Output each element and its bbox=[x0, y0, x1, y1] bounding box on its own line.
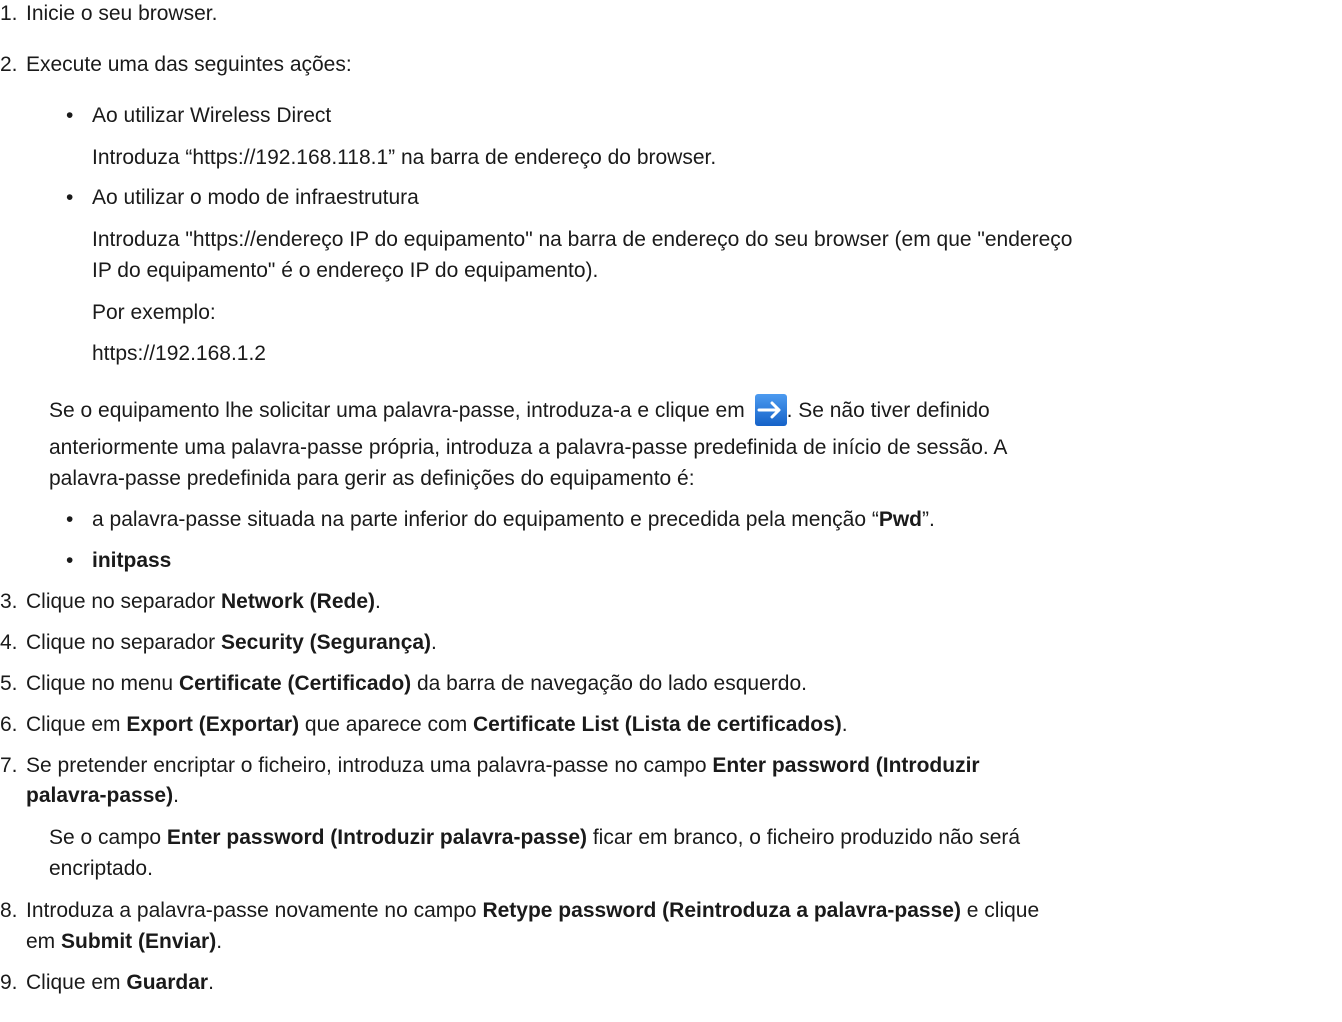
step-5-text: Clique no menu Certificate (Certificado)… bbox=[26, 671, 807, 696]
bullet-infrastructure-desc-line2: IP do equipamento" é o endereço IP do eq… bbox=[92, 259, 599, 282]
step-1-text: Inicie o seu browser. bbox=[26, 2, 218, 25]
step-6-after: . bbox=[841, 713, 848, 736]
step-4-bold: Security (Segurança) bbox=[220, 631, 432, 654]
step-8-number: 8. bbox=[0, 899, 18, 922]
step-8-line2-bold: Submit (Enviar) bbox=[61, 930, 217, 953]
step-8-text-line2: em Submit (Enviar). bbox=[26, 929, 222, 954]
step-7-note-line1: Se o campo Enter password (Introduzir pa… bbox=[49, 825, 1020, 850]
step-7-bold-line2: palavra-passe) bbox=[26, 784, 174, 807]
step-7-note-before: Se o campo bbox=[49, 826, 167, 849]
step-5-bold: Certificate (Certificado) bbox=[178, 672, 412, 695]
step-5-number: 5. bbox=[0, 672, 18, 695]
password-note-line3: palavra-passe predefinida para gerir as … bbox=[49, 467, 695, 490]
step-4-before: Clique no separador bbox=[26, 631, 221, 654]
bullet-wireless-direct-mark: • bbox=[66, 104, 74, 127]
bullet-wireless-direct-desc: Introduza “https://192.168.118.1” na bar… bbox=[92, 146, 717, 169]
right-arrow-icon bbox=[754, 394, 787, 426]
step-6-middle: que aparece com bbox=[299, 713, 474, 736]
step-7-number: 7. bbox=[0, 754, 18, 777]
password-note-line1-after: . Se não tiver definido bbox=[786, 399, 990, 422]
bullet-wireless-direct-title: Ao utilizar Wireless Direct bbox=[92, 104, 332, 127]
step-9-before: Clique em bbox=[26, 971, 127, 994]
bullet-pwd-bold: Pwd bbox=[878, 508, 923, 531]
step-9-number: 9. bbox=[0, 971, 18, 994]
step-6-bold-export: Export (Exportar) bbox=[126, 713, 300, 736]
bullet-initpass-text: initpass bbox=[92, 548, 171, 573]
password-note-line1-before: Se o equipamento lhe solicitar uma palav… bbox=[49, 399, 745, 422]
step-3-before: Clique no separador bbox=[26, 590, 221, 613]
step-2-number: 2. bbox=[0, 53, 18, 76]
step-8-line2-after: . bbox=[216, 930, 223, 953]
step-5-before: Clique no menu bbox=[26, 672, 179, 695]
step-7-note-line2: encriptado. bbox=[49, 857, 153, 880]
step-7-note-after: ficar em branco, o ficheiro produzido nã… bbox=[587, 826, 1021, 849]
bullet-pwd-mark: • bbox=[66, 508, 74, 531]
password-note-line1: Se o equipamento lhe solicitar uma palav… bbox=[49, 394, 990, 426]
bullet-initpass-mark: • bbox=[66, 549, 74, 572]
step-8-bold: Retype password (Reintroduza a palavra-p… bbox=[482, 899, 961, 922]
step-4-number: 4. bbox=[0, 631, 18, 654]
step-3-after: . bbox=[375, 590, 381, 613]
step-6-number: 6. bbox=[0, 713, 18, 736]
step-7-bold-line1: Enter password (Introduzir bbox=[712, 754, 980, 777]
bullet-pwd-after: ”. bbox=[922, 508, 935, 531]
step-7-before: Se pretender encriptar o ficheiro, intro… bbox=[26, 754, 713, 777]
bullet-infrastructure-desc-line1: Introduza "https://endereço IP do equipa… bbox=[92, 228, 1073, 251]
bullet-initpass-bold: initpass bbox=[92, 549, 172, 572]
step-7-text-line2: palavra-passe). bbox=[26, 783, 179, 808]
step-5-after: da barra de navegação do lado esquerdo. bbox=[411, 672, 807, 695]
step-8-before: Introduza a palavra-passe novamente no c… bbox=[26, 899, 483, 922]
step-7-text-line1: Se pretender encriptar o ficheiro, intro… bbox=[26, 753, 980, 778]
bullet-infrastructure-title: Ao utilizar o modo de infraestrutura bbox=[92, 186, 419, 209]
step-3-text: Clique no separador Network (Rede). bbox=[26, 589, 381, 614]
step-6-text: Clique em Export (Exportar) que aparece … bbox=[26, 712, 848, 737]
step-9-bold: Guardar bbox=[126, 971, 209, 994]
step-4-text: Clique no separador Security (Segurança)… bbox=[26, 630, 437, 655]
step-4-after: . bbox=[431, 631, 437, 654]
password-note-line2: anteriormente uma palavra-passe própria,… bbox=[49, 436, 1008, 459]
step-8-text-line1: Introduza a palavra-passe novamente no c… bbox=[26, 898, 1039, 923]
step-1-number: 1. bbox=[0, 2, 18, 25]
step-6-before: Clique em bbox=[26, 713, 127, 736]
bullet-infrastructure-mark: • bbox=[66, 186, 74, 209]
step-6-bold-certificate-list: Certificate List (Lista de certificados) bbox=[473, 713, 842, 736]
example-url: https://192.168.1.2 bbox=[92, 342, 266, 365]
step-9-after: . bbox=[208, 971, 214, 994]
step-7-after: . bbox=[173, 784, 179, 807]
bullet-pwd-text: a palavra-passe situada na parte inferio… bbox=[92, 507, 935, 532]
step-8-after: e clique bbox=[960, 899, 1040, 922]
step-2-text: Execute uma das seguintes ações: bbox=[26, 53, 352, 76]
example-label: Por exemplo: bbox=[92, 301, 216, 324]
bullet-pwd-before: a palavra-passe situada na parte inferio… bbox=[92, 508, 879, 531]
step-3-bold: Network (Rede) bbox=[220, 590, 375, 613]
step-3-number: 3. bbox=[0, 590, 18, 613]
step-8-line2-before: em bbox=[26, 930, 62, 953]
step-9-text: Clique em Guardar. bbox=[26, 970, 214, 995]
step-7-note-bold: Enter password (Introduzir palavra-passe… bbox=[166, 826, 588, 849]
